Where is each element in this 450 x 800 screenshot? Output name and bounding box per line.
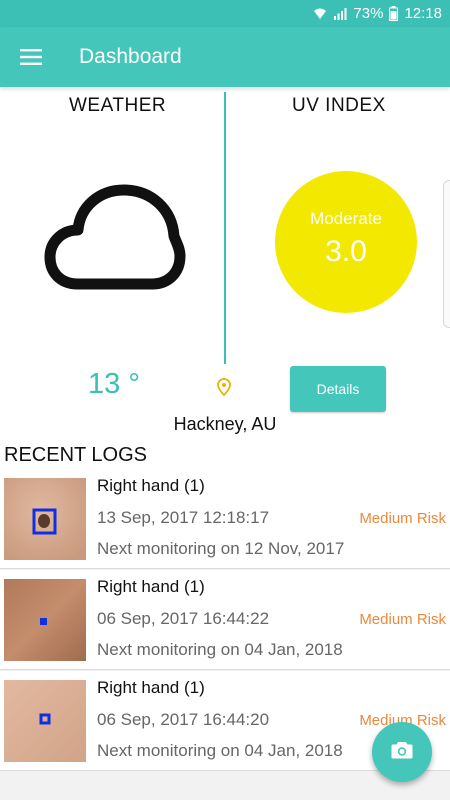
status-bar: 73% 12:18 (0, 0, 450, 27)
uv-index-label: UV INDEX (292, 95, 386, 116)
side-drawer-handle[interactable] (443, 180, 450, 328)
log-thumbnail (4, 478, 86, 560)
log-date: 13 Sep, 2017 12:18:17 (97, 508, 270, 527)
log-title: Right hand (1) (97, 678, 205, 697)
camera-icon (391, 740, 413, 765)
log-title: Right hand (1) (97, 476, 205, 495)
cloud-icon (44, 184, 188, 299)
location-pin-icon (217, 378, 231, 401)
page-title: Dashboard (79, 45, 182, 68)
recent-logs-header: RECENT LOGS (4, 444, 147, 466)
wifi-icon (313, 7, 327, 21)
battery-percent: 73% (353, 5, 384, 22)
risk-badge: Medium Risk (359, 510, 446, 527)
hamburger-menu-icon[interactable] (0, 27, 62, 87)
temperature: 13 ° (88, 368, 140, 400)
next-monitoring: Next monitoring on 04 Jan, 2018 (97, 741, 343, 760)
uv-level: Moderate (310, 209, 382, 228)
uv-index-circle: Moderate 3.0 (275, 171, 417, 313)
log-thumbnail (4, 579, 86, 661)
log-item[interactable]: Right hand (1) 06 Sep, 2017 16:44:22 Med… (0, 570, 450, 670)
log-title: Right hand (1) (97, 577, 205, 596)
weather-label: WEATHER (69, 95, 167, 116)
next-monitoring: Next monitoring on 04 Jan, 2018 (97, 640, 343, 659)
camera-fab-button[interactable] (372, 722, 432, 782)
panel-divider (224, 92, 226, 364)
log-date: 06 Sep, 2017 16:44:22 (97, 609, 270, 628)
details-button[interactable]: Details (290, 366, 386, 412)
uv-value: 3.0 (325, 235, 367, 268)
signal-icon (333, 7, 347, 21)
next-monitoring: Next monitoring on 12 Nov, 2017 (97, 539, 345, 558)
battery-icon (389, 6, 399, 21)
risk-badge: Medium Risk (359, 611, 446, 628)
status-time: 12:18 (404, 5, 442, 22)
location-label: Hackney, AU (173, 414, 277, 434)
log-date: 06 Sep, 2017 16:44:20 (97, 710, 270, 729)
app-bar: Dashboard (0, 27, 450, 87)
log-item[interactable]: Right hand (1) 13 Sep, 2017 12:18:17 Med… (0, 469, 450, 569)
log-thumbnail (4, 680, 86, 762)
